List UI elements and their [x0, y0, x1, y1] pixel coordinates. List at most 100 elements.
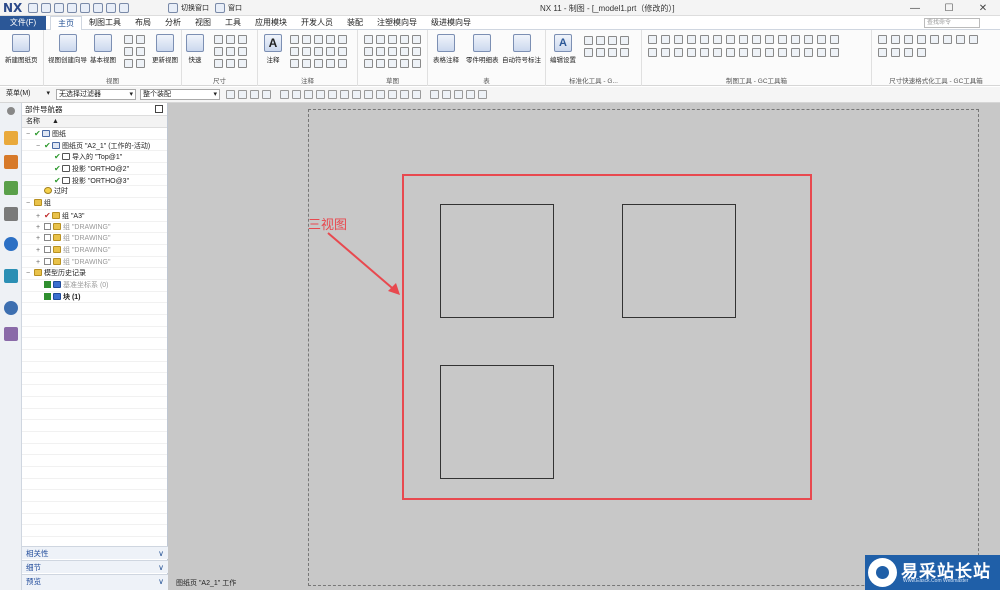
graphics-window[interactable]: 三视图 图纸页 "A2_1" 工作 — [168, 103, 1000, 590]
selection-scope-dropdown[interactable]: 整个装配 — [140, 89, 220, 100]
arc-icon[interactable] — [400, 35, 409, 44]
view-tool-2-icon[interactable] — [442, 90, 451, 99]
std-tool-1-icon[interactable] — [584, 36, 593, 45]
quadrant-snap-icon[interactable] — [376, 90, 385, 99]
spline-icon[interactable] — [388, 47, 397, 56]
section-view-icon[interactable] — [124, 47, 133, 56]
fmt-3-icon[interactable] — [904, 35, 913, 44]
window-menu-button[interactable]: 窗口 — [228, 3, 242, 13]
base-view-button[interactable]: 基本视图 — [90, 34, 116, 64]
tab-5[interactable]: 工具 — [218, 16, 248, 30]
rect-select-icon[interactable] — [262, 90, 271, 99]
broken-view-icon[interactable] — [136, 47, 145, 56]
selection-filter-dropdown[interactable]: 无选择过滤器 — [56, 89, 136, 100]
gc-4-icon[interactable] — [687, 35, 696, 44]
checkmark-icon[interactable]: ✔ — [44, 140, 52, 152]
file-menu-button[interactable]: 文件(F) — [0, 16, 46, 30]
gc-10-icon[interactable] — [765, 35, 774, 44]
centerline-icon[interactable] — [302, 47, 311, 56]
command-search-input[interactable]: 查找命令 — [924, 18, 980, 28]
front-view[interactable] — [440, 365, 554, 479]
visibility-checkbox[interactable] — [44, 280, 51, 288]
checkmark-icon[interactable]: ✔ — [34, 128, 42, 140]
radial-dim-icon[interactable] — [226, 35, 235, 44]
gc-9-icon[interactable] — [752, 35, 761, 44]
polygon-icon[interactable] — [400, 47, 409, 56]
fmt-7-icon[interactable] — [956, 35, 965, 44]
fillet-icon[interactable] — [376, 59, 385, 68]
profile-icon[interactable] — [364, 35, 373, 44]
expand-icon[interactable]: + — [36, 245, 44, 257]
std-tool-8-icon[interactable] — [620, 48, 629, 57]
circle-icon[interactable] — [364, 47, 373, 56]
hole-callout-icon[interactable] — [226, 59, 235, 68]
hd3d-icon[interactable] — [4, 207, 18, 221]
menu-dropdown[interactable]: 菜单(M) — [4, 89, 52, 100]
tabular-note-button[interactable]: 表格注释 — [433, 34, 459, 64]
stacking-icon[interactable] — [314, 59, 323, 68]
undo-icon[interactable] — [41, 2, 51, 13]
collapse-icon[interactable]: − — [26, 268, 34, 280]
side-view[interactable] — [622, 204, 736, 318]
repeat-command-icon[interactable] — [106, 2, 116, 13]
tree-row[interactable]: + 组 "DRAWING" — [22, 222, 167, 234]
expand-icon[interactable]: + — [36, 257, 44, 269]
gc-28-icon[interactable] — [804, 48, 813, 57]
tree-row[interactable]: 过时 — [22, 186, 167, 199]
gc-18-icon[interactable] — [674, 48, 683, 57]
view-tool-3-icon[interactable] — [454, 90, 463, 99]
gc-30-icon[interactable] — [830, 48, 839, 57]
redo-icon[interactable] — [54, 2, 64, 13]
top-view[interactable] — [440, 204, 554, 318]
touch-mode-icon[interactable] — [119, 2, 129, 13]
gc-16-icon[interactable] — [648, 48, 657, 57]
gc-2-icon[interactable] — [661, 35, 670, 44]
reuse-library-icon[interactable] — [4, 181, 18, 195]
accordion-dependencies[interactable]: 相关性 ∨ — [22, 546, 168, 559]
angular-dim-icon[interactable] — [238, 35, 247, 44]
tree-row[interactable]: + 组 "DRAWING" — [22, 245, 167, 257]
parts-list-button[interactable]: 零件明细表 — [466, 34, 499, 64]
gc-1-icon[interactable] — [648, 35, 657, 44]
cursor-snap-icon[interactable] — [412, 90, 421, 99]
target-icon[interactable] — [326, 35, 335, 44]
tree-row[interactable]: + 组 "DRAWING" — [22, 233, 167, 245]
tangent-snap-icon[interactable] — [400, 90, 409, 99]
tree-row[interactable]: − 模型历史记录 — [22, 268, 167, 280]
line-icon[interactable] — [388, 35, 397, 44]
maximize-navigator-icon[interactable] — [155, 105, 163, 113]
close-icon[interactable]: ✕ — [966, 0, 1000, 16]
expand-icon[interactable]: + — [36, 222, 44, 234]
gc-19-icon[interactable] — [687, 48, 696, 57]
tree-row[interactable]: + 组 "DRAWING" — [22, 257, 167, 269]
std-tool-3-icon[interactable] — [608, 36, 617, 45]
gc-20-icon[interactable] — [700, 48, 709, 57]
fmt-4-icon[interactable] — [917, 35, 926, 44]
surface-finish-icon[interactable] — [338, 35, 347, 44]
curve-snap-icon[interactable] — [328, 90, 337, 99]
tree-row[interactable]: ✔ 投影 "ORTHO@2" — [22, 163, 167, 175]
constraint-icon[interactable] — [412, 47, 421, 56]
window-icon[interactable] — [215, 2, 225, 13]
fmt-11-icon[interactable] — [904, 48, 913, 57]
tab-6[interactable]: 应用模块 — [248, 16, 294, 30]
fmt-2-icon[interactable] — [891, 35, 900, 44]
image-icon[interactable] — [326, 47, 335, 56]
copy-icon[interactable] — [80, 2, 90, 13]
clock-icon[interactable] — [4, 301, 18, 315]
ref-icon[interactable] — [326, 59, 335, 68]
switch-window-button[interactable]: 切换窗口 — [181, 3, 209, 13]
more-sketch-icon[interactable] — [412, 35, 421, 44]
visibility-checkbox[interactable] — [44, 257, 51, 265]
tab-2[interactable]: 布局 — [128, 16, 158, 30]
arc-length-icon[interactable] — [238, 47, 247, 56]
tree-row[interactable]: − ✔ 图纸页 "A2_1" (工作的-活动) — [22, 140, 167, 152]
tab-9[interactable]: 注塑模向导 — [370, 16, 424, 30]
collapse-icon[interactable]: − — [26, 198, 34, 210]
extend-icon[interactable] — [400, 59, 409, 68]
gc-23-icon[interactable] — [739, 48, 748, 57]
assembly-navigator-icon[interactable] — [4, 131, 18, 145]
tree-row[interactable]: ✔ 投影 "ORTHO@3" — [22, 175, 167, 187]
select-icon[interactable] — [226, 90, 235, 99]
part-navigator-icon[interactable] — [4, 155, 18, 169]
